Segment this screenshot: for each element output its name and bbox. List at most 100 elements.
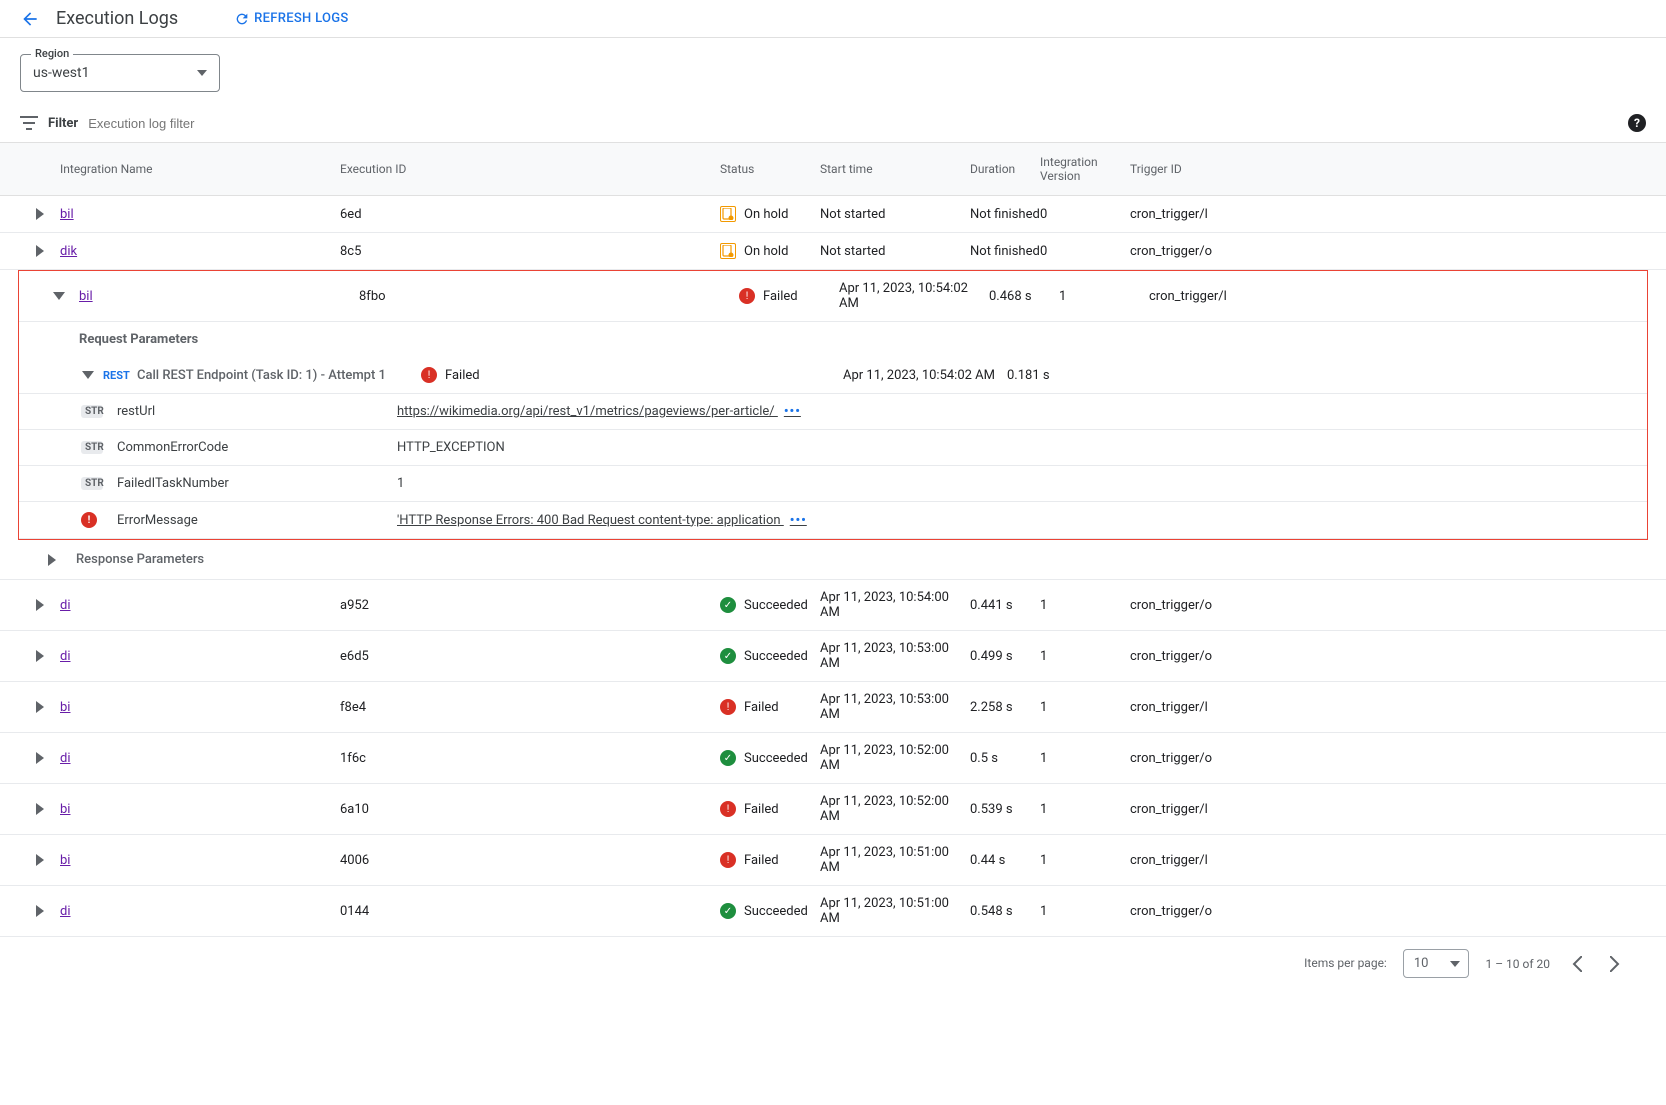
integration-link[interactable]: di — [60, 649, 71, 664]
param-value: HTTP_EXCEPTION — [397, 440, 1627, 455]
filter-input[interactable] — [88, 116, 1618, 131]
expand-icon[interactable] — [20, 208, 60, 220]
version: 1 — [1040, 751, 1130, 766]
table-row: bi 4006!FailedApr 11, 2023, 10:51:00 AM0.… — [0, 835, 1666, 886]
help-icon[interactable]: ? — [1628, 114, 1646, 132]
integration-link[interactable]: di — [60, 751, 71, 766]
version: 1 — [1040, 598, 1130, 613]
more-icon[interactable]: ••• — [784, 404, 801, 419]
status-text: Failed — [763, 289, 798, 304]
duration: 0.539 s — [970, 802, 1040, 817]
execution-id: 1f6c — [340, 751, 720, 766]
trigger-id: cron_trigger/l — [1130, 207, 1320, 222]
param-value: 1 — [397, 476, 1627, 491]
duration: 2.258 s — [970, 700, 1040, 715]
version: 1 — [1040, 649, 1130, 664]
failed-icon: ! — [739, 288, 755, 304]
prev-page-button[interactable] — [1566, 956, 1588, 972]
expand-icon[interactable] — [20, 752, 60, 764]
chevron-down-icon — [197, 70, 207, 76]
param-row: STR CommonErrorCode HTTP_EXCEPTION — [19, 430, 1647, 466]
back-arrow-icon[interactable] — [20, 9, 40, 29]
expand-icon[interactable] — [20, 245, 60, 257]
start-time: Apr 11, 2023, 10:53:00 AM — [820, 692, 970, 722]
onhold-icon — [720, 206, 736, 222]
version: 1 — [1059, 289, 1149, 304]
duration: Not finished — [970, 207, 1040, 222]
task-status: Failed — [445, 368, 480, 383]
expand-icon[interactable] — [20, 905, 60, 917]
integration-link[interactable]: di — [60, 904, 71, 919]
status-cell: On hold — [720, 243, 820, 259]
start-time: Apr 11, 2023, 10:52:00 AM — [820, 794, 970, 824]
integration-link[interactable]: bil — [79, 289, 93, 304]
version: 1 — [1040, 904, 1130, 919]
trigger-id: cron_trigger/o — [1130, 751, 1320, 766]
table-row: dik8c5On holdNot startedNot finished0cro… — [0, 233, 1666, 270]
trigger-id: cron_trigger/l — [1149, 289, 1339, 304]
more-icon[interactable]: ••• — [790, 513, 807, 528]
pagination-footer: Items per page: 10 1 – 10 of 20 — [0, 937, 1666, 990]
integration-link[interactable]: bi — [60, 853, 70, 868]
task-label: Call REST Endpoint (Task ID: 1) - Attemp… — [137, 368, 417, 383]
param-value: 'HTTP Response Errors: 400 Bad Request c… — [397, 513, 1627, 528]
region-select[interactable]: Region us-west1 — [20, 54, 220, 92]
start-time: Apr 11, 2023, 10:51:00 AM — [820, 845, 970, 875]
duration: 0.499 s — [970, 649, 1040, 664]
page-size-select[interactable]: 10 — [1403, 949, 1470, 978]
region-value: us-west1 — [33, 65, 89, 81]
table-row-expanded: bil 8fbo ! Failed Apr 11, 2023, 10:54:02… — [19, 271, 1647, 322]
execution-id: 4006 — [340, 853, 720, 868]
integration-link[interactable]: bi — [60, 700, 70, 715]
integration-link[interactable]: dik — [60, 244, 77, 259]
task-time: Apr 11, 2023, 10:54:02 AM — [843, 368, 1003, 383]
region-bar: Region us-west1 — [0, 38, 1666, 104]
col-integration: Integration Name — [60, 162, 340, 176]
filter-label: Filter — [48, 116, 78, 131]
duration: 0.5 s — [970, 751, 1040, 766]
expand-icon[interactable] — [20, 854, 60, 866]
status-text: Failed — [744, 700, 779, 715]
collapse-icon[interactable] — [77, 371, 99, 379]
status-text: On hold — [744, 207, 788, 222]
str-badge: STR — [81, 441, 103, 454]
response-params-label: Response Parameters — [76, 552, 204, 567]
expand-icon[interactable] — [20, 803, 60, 815]
expand-icon[interactable] — [48, 554, 56, 566]
integration-link[interactable]: bil — [60, 207, 74, 222]
next-page-button[interactable] — [1604, 956, 1626, 972]
status-cell: ! Failed — [720, 699, 820, 715]
integration-link[interactable]: di — [60, 598, 71, 613]
success-icon: ✓ — [720, 903, 736, 919]
integration-link[interactable]: bi — [60, 802, 70, 817]
col-duration: Duration — [970, 162, 1040, 176]
status-cell: On hold — [720, 206, 820, 222]
status-text: Succeeded — [744, 598, 808, 613]
expand-icon[interactable] — [20, 650, 60, 662]
param-name: CommonErrorCode — [117, 440, 387, 455]
start-time: Apr 11, 2023, 10:54:02 AM — [839, 281, 989, 311]
status-text: Failed — [744, 802, 779, 817]
trigger-id: cron_trigger/l — [1130, 802, 1320, 817]
trigger-id: cron_trigger/o — [1130, 598, 1320, 613]
chevron-down-icon — [1450, 961, 1460, 967]
duration: 0.441 s — [970, 598, 1040, 613]
status-text: On hold — [744, 244, 788, 259]
page-range: 1 – 10 of 20 — [1485, 957, 1550, 971]
duration: Not finished — [970, 244, 1040, 259]
status-cell: !Failed — [720, 852, 820, 868]
expand-icon[interactable] — [20, 599, 60, 611]
status-cell: ✓Succeeded — [720, 750, 820, 766]
table-row: dia952✓SucceededApr 11, 2023, 10:54:00 A… — [0, 580, 1666, 631]
expand-icon[interactable] — [20, 701, 60, 713]
success-icon: ✓ — [720, 750, 736, 766]
table-row: bi f8e4! Failed Apr 11, 2023, 10:53:00 AM2.… — [0, 682, 1666, 733]
refresh-logs-button[interactable]: REFRESH LOGS — [234, 11, 348, 27]
region-label: Region — [31, 47, 73, 60]
execution-id: f8e4 — [340, 700, 720, 715]
failed-icon: ! — [720, 699, 736, 715]
collapse-icon[interactable] — [39, 292, 79, 300]
duration: 0.44 s — [970, 853, 1040, 868]
request-params-header: Request Parameters — [19, 322, 1647, 357]
param-value: https://wikimedia.org/api/rest_v1/metric… — [397, 404, 1627, 419]
